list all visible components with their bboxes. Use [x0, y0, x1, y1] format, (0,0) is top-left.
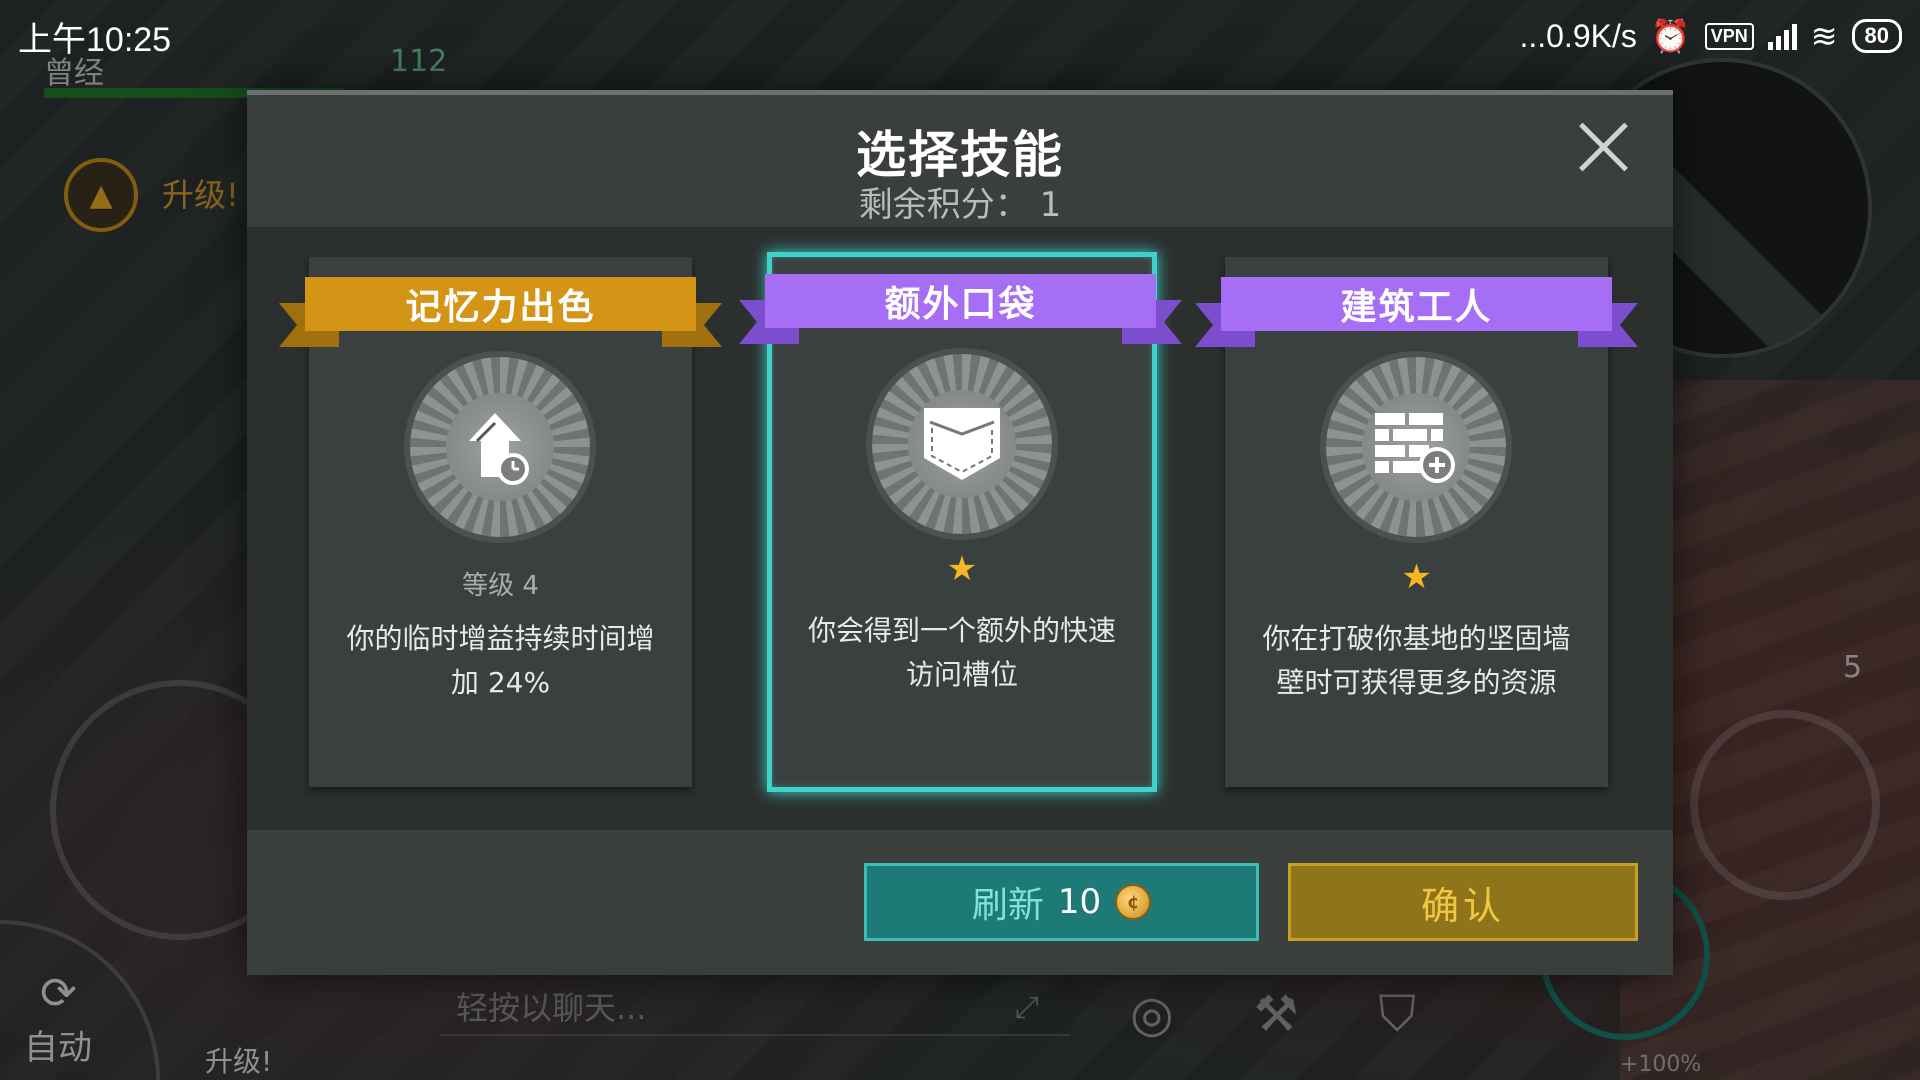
skill-card-extra-pocket[interactable]: 额外口袋 ★ 你会得到一个额外的快速访问槽位 [739, 252, 1157, 792]
upgrade-timer-icon [410, 357, 590, 537]
status-time: 上午10:25 [18, 20, 172, 59]
skill-description: 你会得到一个额外的快速访问槽位 [807, 614, 1116, 691]
signal-icon [1767, 22, 1797, 50]
dialog-footer: 刷新 10 ¢ 确认 [247, 830, 1673, 975]
star-icon: ★ [1401, 557, 1432, 597]
refresh-button[interactable]: 刷新 10 ¢ [864, 863, 1259, 941]
skill-card-builder[interactable]: 建筑工人 ★ 你在打破你基地的坚固墙壁时可获得更多的资源 [1195, 257, 1608, 787]
skill-description: 你的临时增益持续时间增加 24% [346, 622, 655, 699]
refresh-label: 刷新 [971, 885, 1044, 926]
skill-level: 等级 4 [462, 571, 539, 601]
coin-icon: ¢ [1115, 884, 1152, 920]
skill-badge [872, 354, 1052, 534]
skill-name: 额外口袋 [765, 274, 1156, 328]
confirm-button[interactable]: 确认 [1288, 863, 1638, 941]
battery-indicator: 80 [1851, 19, 1902, 53]
skill-name: 建筑工人 [1221, 277, 1612, 331]
skill-card-memory[interactable]: 记忆力出色 等级 4 你的临时增益持续时间增加 24% [279, 257, 692, 787]
card-ribbon: 建筑工人 [1195, 277, 1638, 347]
skill-select-dialog: 选择技能 剩余积分： 1 记忆力出色 等级 4 你的临时增益持续时间增加 24%… [247, 90, 1673, 975]
status-bar: 上午10:25 ...0.9K/s ⏰ VPN ≋ 80 [0, 0, 1920, 72]
skill-description: 你在打破你基地的坚固墙壁时可获得更多的资源 [1262, 622, 1571, 699]
close-icon[interactable] [1573, 117, 1633, 177]
star-icon: ★ [946, 549, 978, 589]
remaining-points: 剩余积分： 1 [858, 185, 1062, 225]
skill-badge [1326, 357, 1506, 537]
vpn-badge: VPN [1704, 22, 1754, 50]
wifi-icon: ≋ [1810, 18, 1838, 54]
dialog-header: 选择技能 剩余积分： 1 [247, 95, 1673, 227]
card-ribbon: 额外口袋 [739, 274, 1182, 344]
network-speed: ...0.9K/s [1519, 17, 1637, 54]
pocket-icon [872, 354, 1052, 534]
skill-badge [410, 357, 590, 537]
brick-wall-plus-icon [1326, 357, 1506, 537]
refresh-cost: 10 [1057, 882, 1102, 922]
alarm-icon: ⏰ [1650, 18, 1691, 54]
status-indicators: ...0.9K/s ⏰ VPN ≋ 80 [1519, 17, 1902, 55]
skill-name: 记忆力出色 [305, 277, 696, 331]
card-ribbon: 记忆力出色 [279, 277, 722, 347]
skill-cards-area: 记忆力出色 等级 4 你的临时增益持续时间增加 24% 额外口袋 ★ 你会得到一… [247, 227, 1673, 830]
